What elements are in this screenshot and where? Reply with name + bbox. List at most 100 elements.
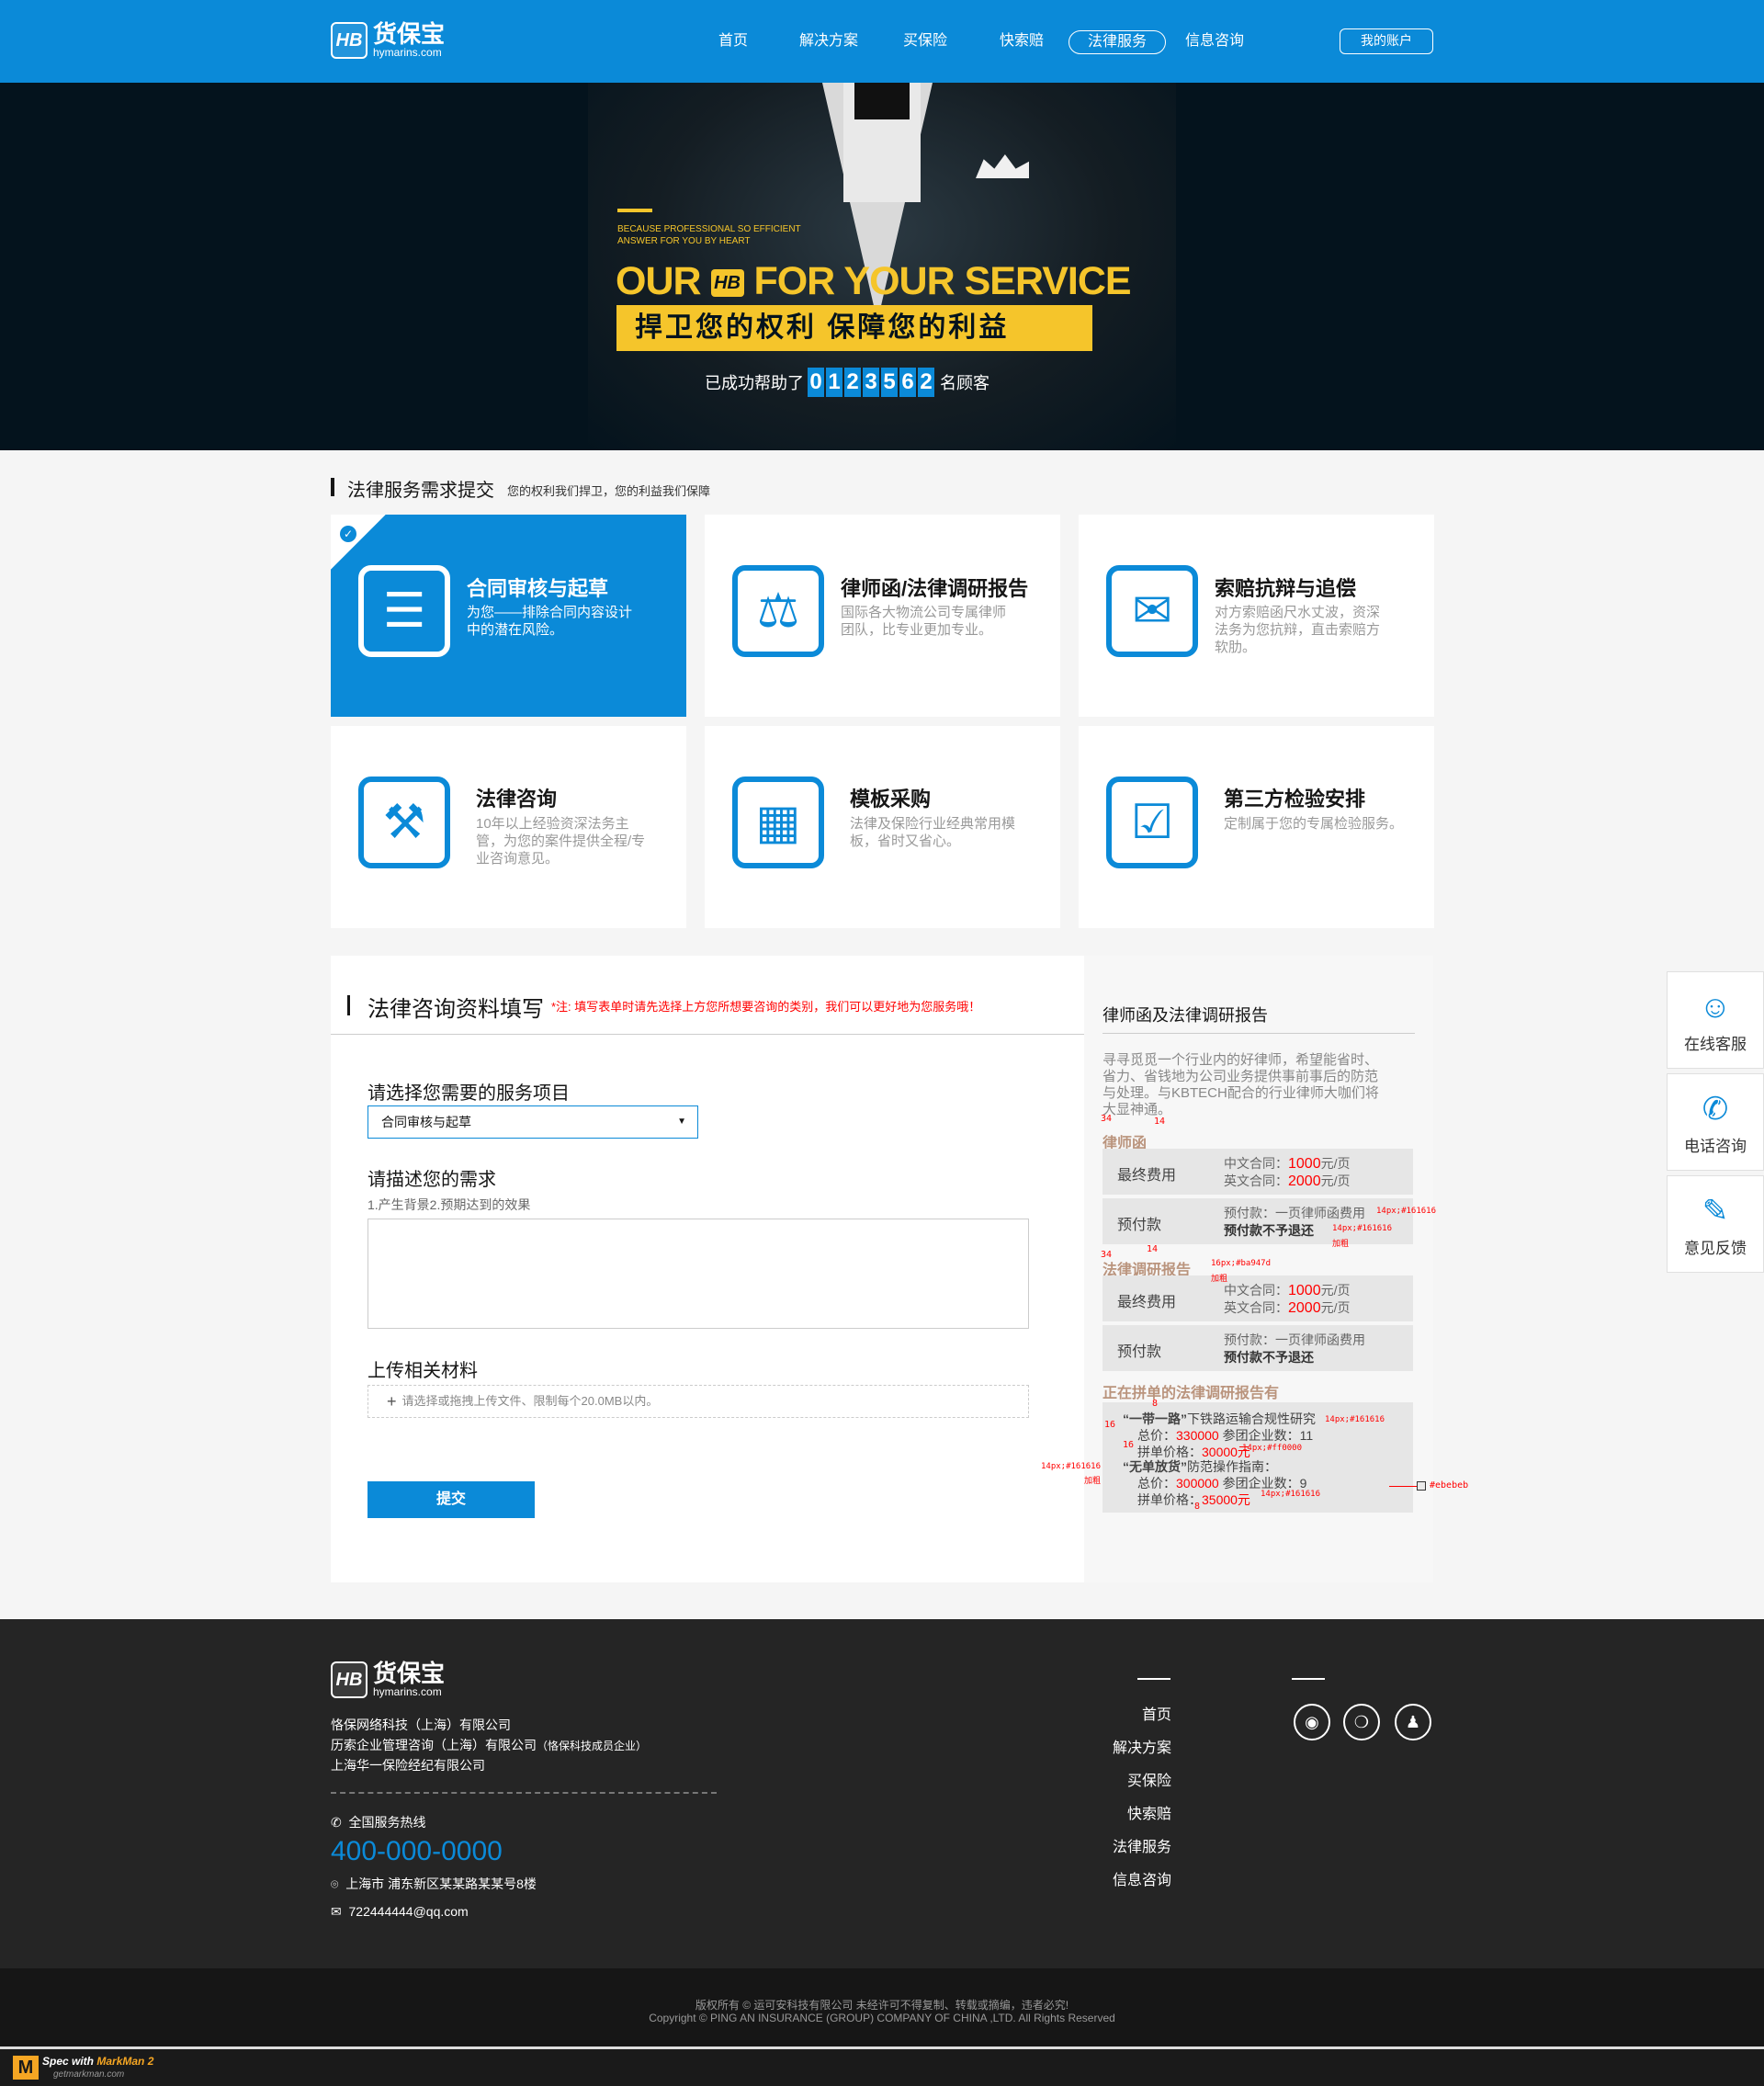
spec-leader xyxy=(1389,1486,1417,1487)
footer-link-home[interactable]: 首页 xyxy=(1061,1702,1171,1724)
counter-digit: 0 xyxy=(808,368,824,397)
scale-icon: ⚖ xyxy=(732,565,824,657)
mail-icon: ✉ xyxy=(331,1904,345,1919)
spec-dim: 34 xyxy=(1101,1250,1113,1260)
deal-subject: 防范操作指南： xyxy=(1187,1459,1277,1474)
markman-name: MarkMan 2 xyxy=(96,2055,154,2068)
footer-link-info[interactable]: 信息咨询 xyxy=(1061,1867,1171,1889)
price-line-en: 英文合同：2000元/页 xyxy=(1224,1298,1350,1317)
spec-note: 14px;#161616 xyxy=(1041,1462,1102,1471)
price-unit: 元/页 xyxy=(1320,1173,1351,1188)
spec-note: 14px;#ff0000 xyxy=(1242,1444,1303,1453)
prepay-line-2: 预付款不予退还 xyxy=(1224,1350,1314,1365)
service-card-desc: 团队，比专业更加专业。 xyxy=(841,622,993,638)
spec-swatch xyxy=(1417,1481,1426,1491)
company-note: （恪保科技成员企业） xyxy=(537,1740,648,1752)
price-prefix: 英文合同： xyxy=(1224,1173,1288,1188)
spec-dim: 8 xyxy=(1152,1399,1159,1409)
footer-link-claim[interactable]: 快索赔 xyxy=(1061,1801,1171,1823)
upload-dropzone[interactable]: + 请选择或拖拽上传文件、限制每个20.0MB以内。 xyxy=(368,1385,1029,1418)
intro-line: 省力、省钱地为公司业务提供事前事后的防范 xyxy=(1102,1069,1379,1084)
form-divider xyxy=(331,1034,1084,1035)
float-customer-service[interactable]: ☺ 在线客服 xyxy=(1667,971,1764,1069)
brand-logo[interactable]: HB 货保宝 hymarins.com xyxy=(331,22,445,59)
describe-label: 请描述您的需求 xyxy=(368,1170,496,1190)
qq-icon[interactable]: ♟ xyxy=(1395,1704,1431,1740)
deal-1-title[interactable]: “一带一路”下铁路运输合规性研究 xyxy=(1123,1410,1316,1428)
price-unit: 元/页 xyxy=(1320,1156,1351,1171)
deal-count: 9 xyxy=(1299,1476,1307,1491)
deal-count-prefix: 参团企业数： xyxy=(1222,1428,1300,1443)
accent-bar xyxy=(617,209,652,212)
nav-home[interactable]: 首页 xyxy=(718,30,748,54)
service-select[interactable]: 合同审核与起草 ▼ xyxy=(368,1105,698,1139)
nav-solutions[interactable]: 解决方案 xyxy=(799,30,858,54)
service-card[interactable]: ☑ 第三方检验安排 定制属于您的专属检验服务。 xyxy=(1079,726,1434,928)
markman-label: Spec with MarkMan 2 xyxy=(42,2055,153,2068)
price-row-label: 最终费用 xyxy=(1117,1295,1177,1310)
float-phone[interactable]: ✆ 电话咨询 xyxy=(1667,1073,1764,1171)
submit-button[interactable]: 提交 xyxy=(368,1481,535,1518)
service-card-desc: 中的潜在风险。 xyxy=(467,622,564,638)
service-card-desc: 对方索赔函尺水丈波，资深 xyxy=(1215,605,1381,620)
price-row-label: 最终费用 xyxy=(1117,1168,1177,1184)
float-feedback[interactable]: ✎ 意见反馈 xyxy=(1667,1175,1764,1273)
copyright-en: Copyright © PING AN INSURANCE (GROUP) CO… xyxy=(649,2012,1115,2024)
counter-digit: 2 xyxy=(844,368,861,397)
service-card[interactable]: ⚖ 律师函/法律调研报告 国际各大物流公司专属律师 团队，比专业更加专业。 xyxy=(705,515,1060,717)
logo-name: 货保宝 xyxy=(373,1660,446,1687)
describe-textarea[interactable] xyxy=(368,1219,1029,1329)
deal-2-title[interactable]: “无单放货”防范操作指南： xyxy=(1123,1457,1277,1476)
form-title-mark xyxy=(347,995,350,1015)
footer-company-3: 上海华一保险经纪有限公司 xyxy=(331,1758,485,1773)
side-divider xyxy=(1102,1033,1415,1034)
nav-quick-claim[interactable]: 快索赔 xyxy=(1000,30,1044,54)
footer-link-buy[interactable]: 买保险 xyxy=(1061,1768,1171,1790)
price-value: 1000 xyxy=(1288,1283,1321,1298)
intro-line: 大显神通。 xyxy=(1102,1102,1172,1117)
markman-site: getmarkman.com xyxy=(53,2069,125,2080)
service-card[interactable]: ✉ 索赔抗辩与追偿 对方索赔函尺水丈波，资深 法务为您抗辩，直击索赔方 软肋。 xyxy=(1079,515,1434,717)
banner-slogan: 捍卫您的权利 保障您的利益 xyxy=(616,305,1092,351)
nav-legal-services[interactable]: 法律服务 xyxy=(1069,30,1167,54)
footer xyxy=(0,1619,1764,1968)
deal-1-total: 总价：330000 参团企业数：11 xyxy=(1137,1426,1313,1445)
my-account-button[interactable]: 我的账户 xyxy=(1340,28,1433,54)
footer-link-solutions[interactable]: 解决方案 xyxy=(1061,1735,1171,1757)
weibo-icon[interactable]: ◉ xyxy=(1294,1704,1330,1740)
nav-buy-insurance[interactable]: 买保险 xyxy=(903,30,947,54)
side-intro: 寻寻觅觅一个行业内的好律师，希望能省时、 省力、省钱地为公司业务提供事前事后的防… xyxy=(1102,1052,1379,1118)
email-text[interactable]: 722444444@qq.com xyxy=(349,1904,469,1919)
nav-info-consult[interactable]: 信息咨询 xyxy=(1185,30,1244,54)
deal-name: “无单放货” xyxy=(1123,1459,1187,1474)
headline-part-b: FOR YOUR SERVICE xyxy=(753,259,1131,303)
price-row-label: 预付款 xyxy=(1117,1344,1162,1360)
spec-note: 加粗 xyxy=(1332,1240,1350,1249)
markman-strip xyxy=(0,2046,1764,2049)
group-deals-heading: 正在拼单的法律调研报告有 xyxy=(1102,1386,1280,1401)
footer-logo[interactable]: HB 货保宝 hymarins.com xyxy=(331,1661,445,1698)
deal-subject: 下铁路运输合规性研究 xyxy=(1187,1411,1316,1426)
card-corner xyxy=(331,515,386,570)
service-card[interactable]: ✓ ☰ 合同审核与起草 为您——排除合同内容设计 中的潜在风险。 xyxy=(331,515,686,717)
service-card-desc: 10年以上经验资深法务主 xyxy=(476,816,629,832)
counter-suffix: 名顾客 xyxy=(940,374,989,392)
chevron-down-icon: ▼ xyxy=(677,1117,686,1127)
spec-note: #ebebeb xyxy=(1430,1480,1469,1491)
hotline-label: 全国服务热线 xyxy=(348,1815,426,1830)
deal-price-prefix: 拼单价格： xyxy=(1137,1492,1202,1507)
hotline-number[interactable]: 400-000-0000 xyxy=(331,1836,503,1867)
service-card[interactable]: ⚒ 法律咨询 10年以上经验资深法务主 管，为您的案件提供全程/专 业咨询意见。 xyxy=(331,726,686,928)
service-card-title: 合同审核与起草 xyxy=(467,577,609,600)
claim-icon: ✉ xyxy=(1106,565,1198,657)
price-row-final: 最终费用 中文合同：1000元/页 英文合同：2000元/页 xyxy=(1102,1275,1413,1321)
customer-counter: 已成功帮助了 0123562 名顾客 xyxy=(705,368,989,397)
markman-bar xyxy=(0,2046,1764,2086)
service-card[interactable]: ▦ 模板采购 法律及保险行业经典常用模 板，省时又省心。 xyxy=(705,726,1060,928)
inspection-icon: ☑ xyxy=(1106,777,1198,868)
wechat-icon[interactable]: ❍ xyxy=(1343,1704,1380,1740)
counter-digit: 6 xyxy=(899,368,916,397)
footer-link-legal[interactable]: 法律服务 xyxy=(1061,1834,1171,1856)
service-card-desc: 管，为您的案件提供全程/专 xyxy=(476,833,646,849)
plus-icon: + xyxy=(387,1392,397,1411)
